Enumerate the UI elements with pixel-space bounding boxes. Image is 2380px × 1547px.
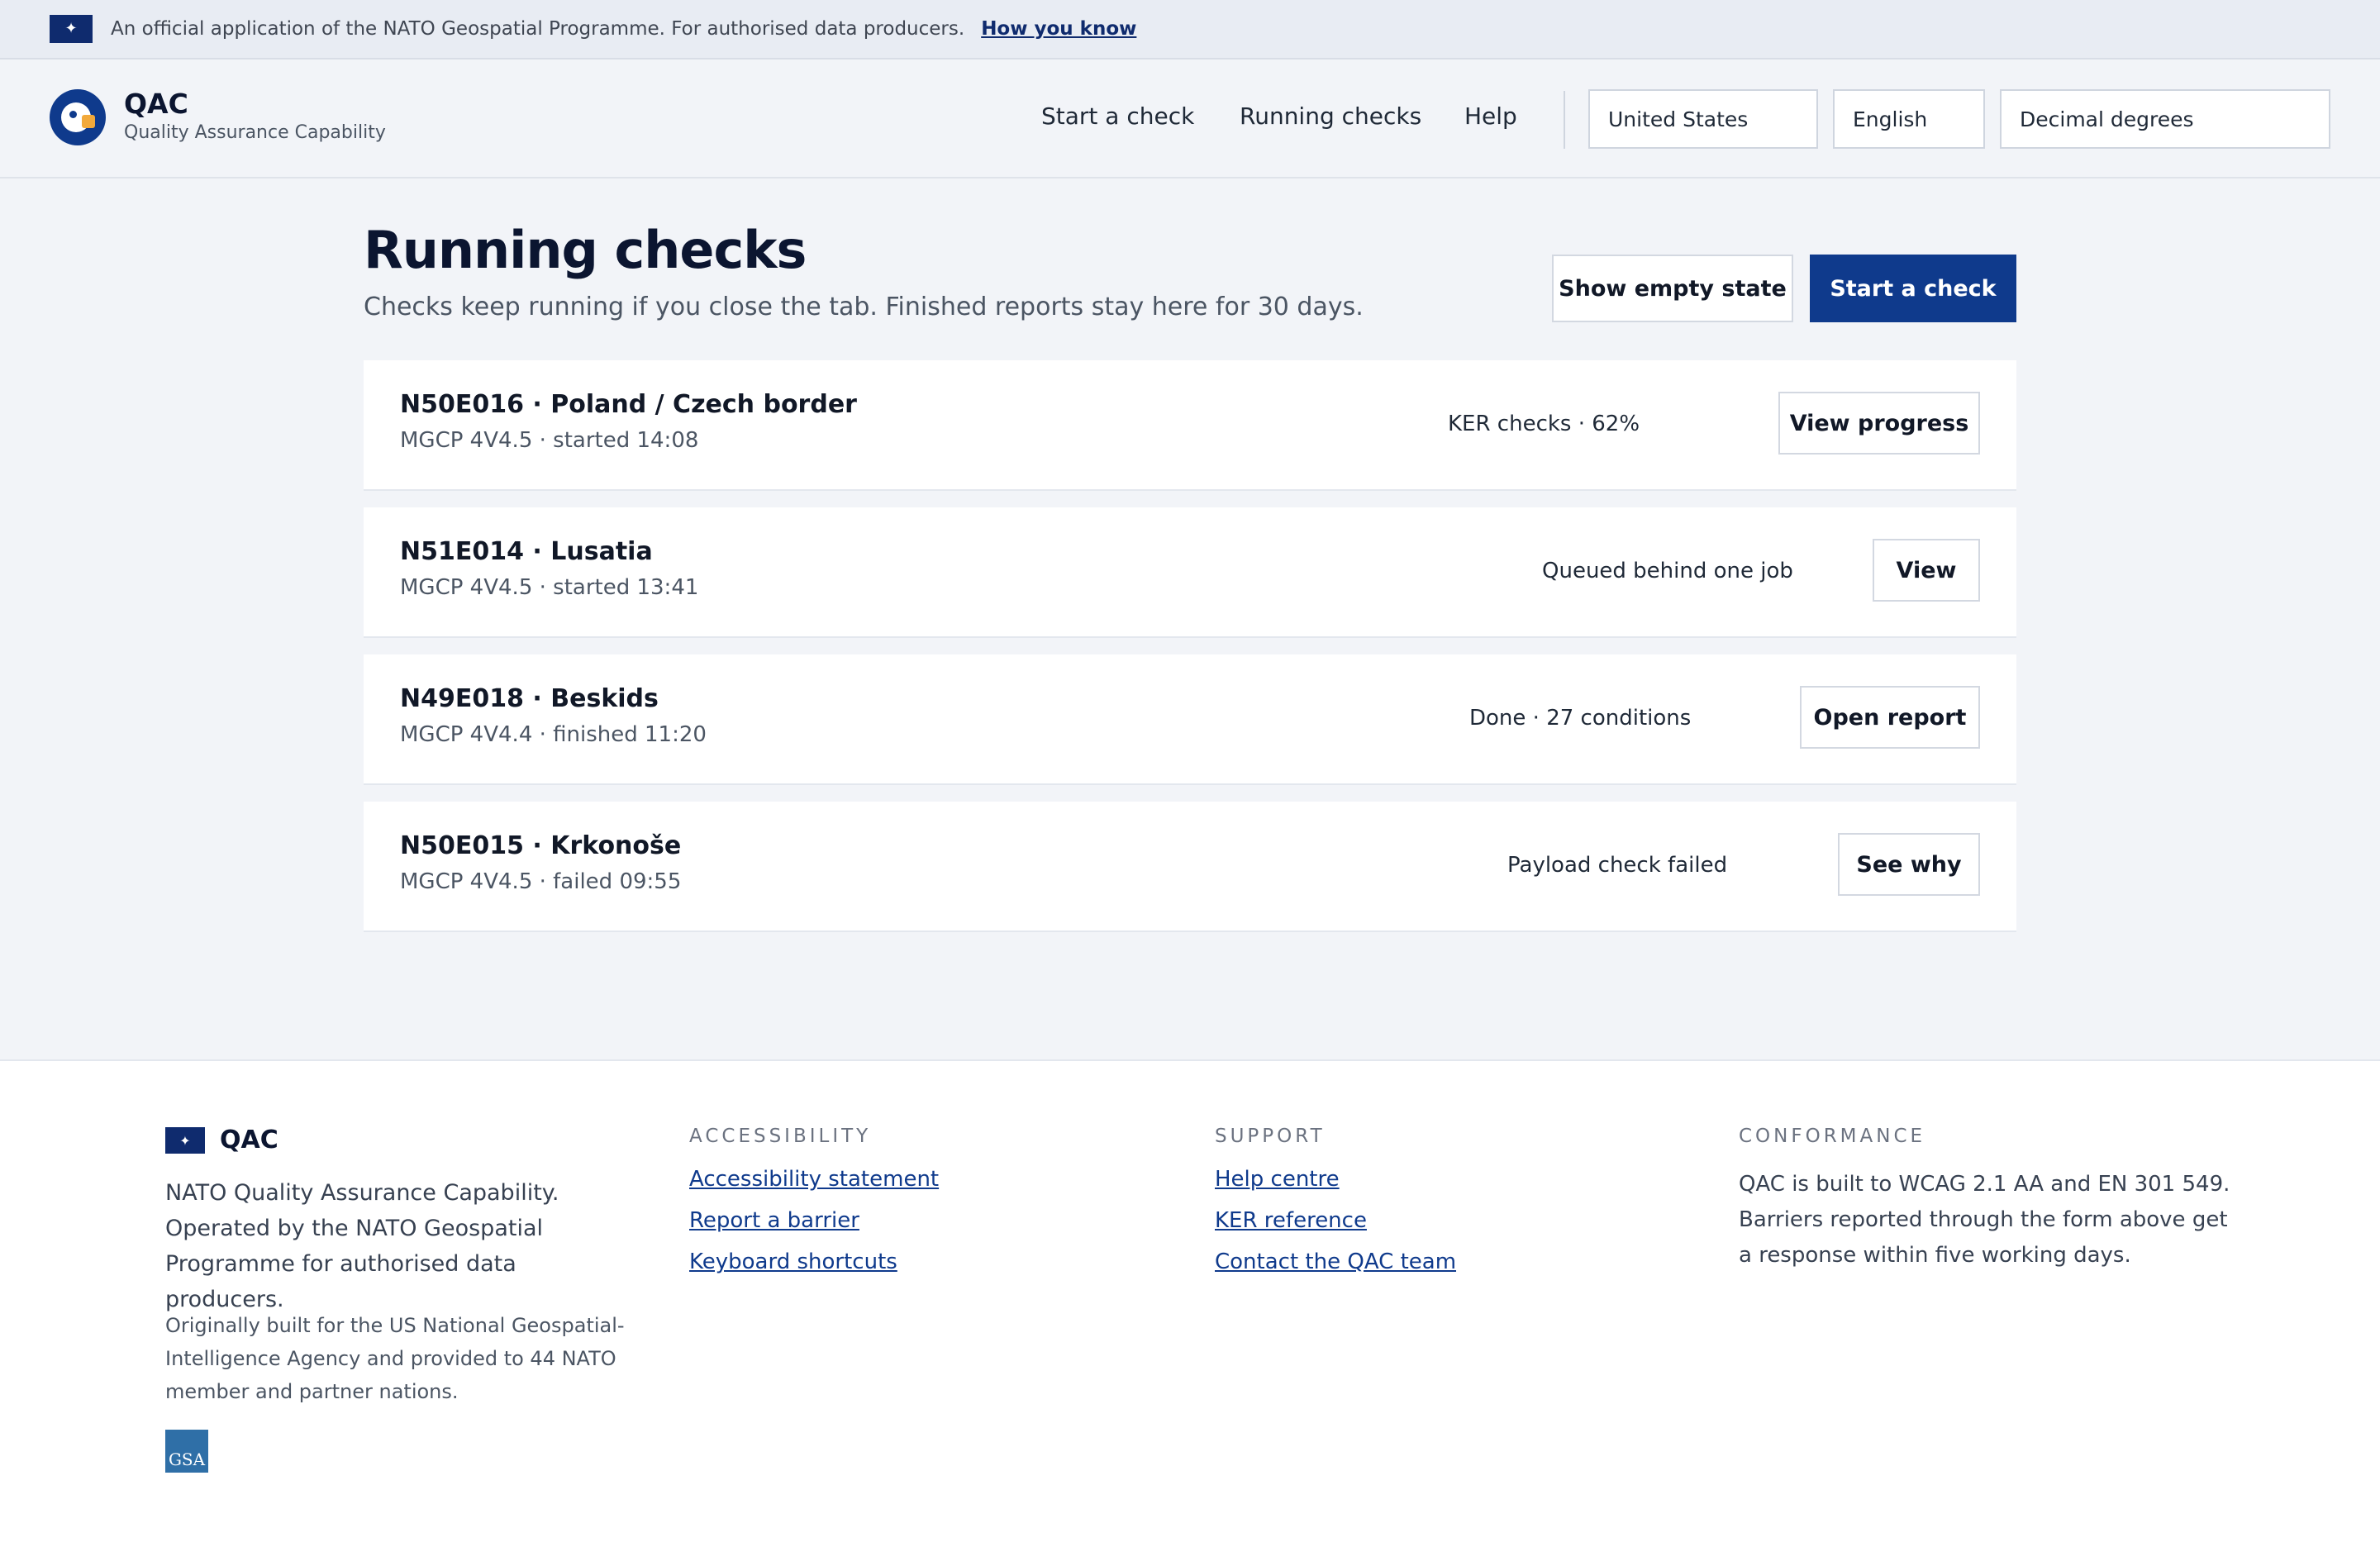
open-report-button[interactable]: Open report xyxy=(1800,686,1980,749)
country-select[interactable]: United States xyxy=(1588,89,1818,149)
qac-logo-icon[interactable] xyxy=(50,89,106,145)
nato-flag-icon: ✦ xyxy=(50,15,93,43)
support-heading: SUPPORT xyxy=(1215,1126,1326,1147)
nav-divider xyxy=(1564,91,1565,149)
nav-help[interactable]: Help xyxy=(1464,102,1517,130)
help-centre-link[interactable]: Help centre xyxy=(1215,1167,1340,1192)
conformance-text: QAC is built to WCAG 2.1 AA and EN 301 5… xyxy=(1739,1172,2230,1268)
page-subtitle: Checks keep running if you close the tab… xyxy=(364,293,1364,321)
how-you-know-link[interactable]: How you know xyxy=(981,18,1136,40)
site-header: QAC Quality Assurance Capability Start a… xyxy=(0,60,2380,178)
check-title: N49E018 · Beskids xyxy=(400,684,659,713)
check-title: N50E016 · Poland / Czech border xyxy=(400,390,857,419)
start-a-check-button[interactable]: Start a check xyxy=(1810,255,2016,322)
brand-title[interactable]: QAC xyxy=(124,88,188,120)
gsa-logo: GSA xyxy=(165,1430,208,1473)
page-title: Running checks xyxy=(364,220,807,280)
official-banner-text: An official application of the NATO Geos… xyxy=(111,18,965,40)
brand-subtitle: Quality Assurance Capability xyxy=(124,122,386,143)
check-card: N50E015 · Krkonoše MGCP 4V4.5 · failed 0… xyxy=(364,802,2016,932)
keyboard-shortcuts-link[interactable]: Keyboard shortcuts xyxy=(689,1250,897,1274)
coordinate-format-select[interactable]: Decimal degrees xyxy=(2000,89,2330,149)
footer-brand: QAC xyxy=(220,1126,278,1154)
check-title: N51E014 · Lusatia xyxy=(400,537,653,566)
check-status: Done · 27 conditions xyxy=(1469,706,1692,731)
accessibility-heading: ACCESSIBILITY xyxy=(689,1126,872,1147)
check-meta: MGCP 4V4.5 · failed 09:55 xyxy=(400,869,682,894)
contact-qac-team-link[interactable]: Contact the QAC team xyxy=(1215,1250,1456,1274)
check-meta: MGCP 4V4.5 · started 13:41 xyxy=(400,575,699,600)
footer-note: Originally built for the US National Geo… xyxy=(165,1314,625,1403)
see-why-button[interactable]: See why xyxy=(1838,833,1980,896)
check-title: N50E015 · Krkonoše xyxy=(400,831,682,860)
footer-description: NATO Quality Assurance Capability. Opera… xyxy=(165,1180,559,1312)
conformance-heading: CONFORMANCE xyxy=(1739,1126,1926,1147)
check-meta: MGCP 4V4.4 · finished 11:20 xyxy=(400,722,707,747)
ker-reference-link[interactable]: KER reference xyxy=(1215,1208,1367,1233)
official-banner: ✦ An official application of the NATO Ge… xyxy=(0,0,2380,60)
nav-running-checks[interactable]: Running checks xyxy=(1240,102,1421,130)
site-footer: ✦ QAC NATO Quality Assurance Capability.… xyxy=(0,1059,2380,1547)
view-progress-button[interactable]: View progress xyxy=(1778,392,1980,455)
language-select[interactable]: English xyxy=(1833,89,1985,149)
check-meta: MGCP 4V4.5 · started 14:08 xyxy=(400,428,699,453)
nav-start-a-check[interactable]: Start a check xyxy=(1041,102,1194,130)
view-button[interactable]: View xyxy=(1873,539,1980,602)
show-empty-state-button[interactable]: Show empty state xyxy=(1552,255,1793,322)
check-card: N50E016 · Poland / Czech border MGCP 4V4… xyxy=(364,360,2016,491)
report-a-barrier-link[interactable]: Report a barrier xyxy=(689,1208,859,1233)
check-status: Payload check failed xyxy=(1507,853,1728,878)
check-card: N51E014 · Lusatia MGCP 4V4.5 · started 1… xyxy=(364,507,2016,638)
check-status: Queued behind one job xyxy=(1542,559,1793,583)
check-status: KER checks · 62% xyxy=(1448,412,1640,436)
check-card: N49E018 · Beskids MGCP 4V4.4 · finished … xyxy=(364,654,2016,785)
accessibility-statement-link[interactable]: Accessibility statement xyxy=(689,1167,939,1192)
nato-flag-icon: ✦ xyxy=(165,1127,205,1154)
